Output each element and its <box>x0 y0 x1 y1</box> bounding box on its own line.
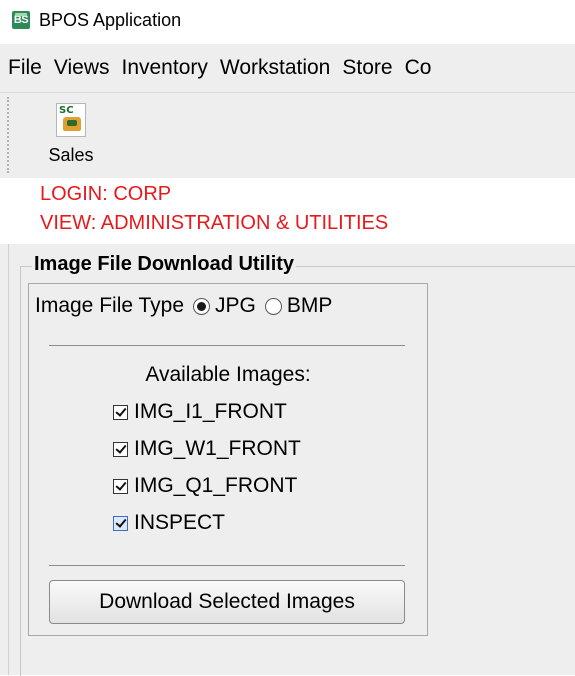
login-text: LOGIN: CORP <box>40 183 172 205</box>
main-panel: Image File Download Utility Image File T… <box>0 244 575 676</box>
jpg-radio-label[interactable]: JPG <box>215 294 256 318</box>
app-icon-text: BS <box>13 14 29 26</box>
separator <box>49 345 405 346</box>
panel-divider <box>8 244 9 675</box>
menu-store[interactable]: Store <box>342 56 398 80</box>
bmp-radio[interactable] <box>264 297 282 315</box>
menu-inventory[interactable]: Inventory <box>121 56 213 80</box>
session-info: LOGIN: CORP VIEW: ADMINISTRATION & UTILI… <box>0 178 575 244</box>
toolbar-grip[interactable] <box>7 97 12 173</box>
checkbox-checked-icon[interactable] <box>113 515 128 531</box>
available-images-label: Available Images: <box>145 363 311 386</box>
menu-truncated[interactable]: Co <box>405 56 438 80</box>
checkbox-checked-icon[interactable] <box>113 441 128 457</box>
bmp-radio-label[interactable]: BMP <box>287 294 333 318</box>
image-label[interactable]: IMG_Q1_FRONT <box>134 474 297 498</box>
checkbox-checked-icon[interactable] <box>113 404 128 420</box>
toolbar: SC Sales <box>0 93 575 178</box>
image-type-label: Image File Type <box>35 294 185 317</box>
utility-inner-panel: Image File Type JPG BMP Available Images… <box>28 283 428 636</box>
menu-workstation[interactable]: Workstation <box>220 56 337 80</box>
app-icon: BS <box>12 11 30 29</box>
sales-icon-text: SC <box>59 105 74 116</box>
image-checkbox-img-w1-front[interactable]: IMG_W1_FRONT <box>113 437 301 461</box>
checkbox-checked-icon[interactable] <box>113 478 128 494</box>
sales-label: Sales <box>48 145 94 165</box>
image-label[interactable]: INSPECT <box>134 511 225 535</box>
group-title: Image File Download Utility <box>32 253 297 276</box>
view-text: VIEW: ADMINISTRATION & UTILITIES <box>40 212 389 234</box>
sales-figure-icon <box>63 117 81 131</box>
image-label[interactable]: IMG_I1_FRONT <box>134 400 287 424</box>
title-bar: BS BPOS Application <box>0 0 575 44</box>
sales-icon: SC <box>56 103 86 137</box>
window-title: BPOS Application <box>39 10 182 30</box>
image-checkbox-inspect[interactable]: INSPECT <box>113 511 225 535</box>
jpg-radio[interactable] <box>193 297 211 315</box>
menu-views[interactable]: Views <box>54 56 116 80</box>
image-type-row: Image File Type JPG BMP <box>35 294 332 318</box>
menu-bar: File Views Inventory Workstation Store C… <box>0 44 575 93</box>
image-checkbox-img-q1-front[interactable]: IMG_Q1_FRONT <box>113 474 297 498</box>
separator <box>49 565 405 566</box>
menu-file[interactable]: File <box>8 56 48 80</box>
download-selected-images-button[interactable]: Download Selected Images <box>49 580 405 624</box>
image-label[interactable]: IMG_W1_FRONT <box>134 437 301 461</box>
image-checkbox-img-i1-front[interactable]: IMG_I1_FRONT <box>113 400 287 424</box>
sales-button[interactable]: SC Sales <box>36 101 106 173</box>
